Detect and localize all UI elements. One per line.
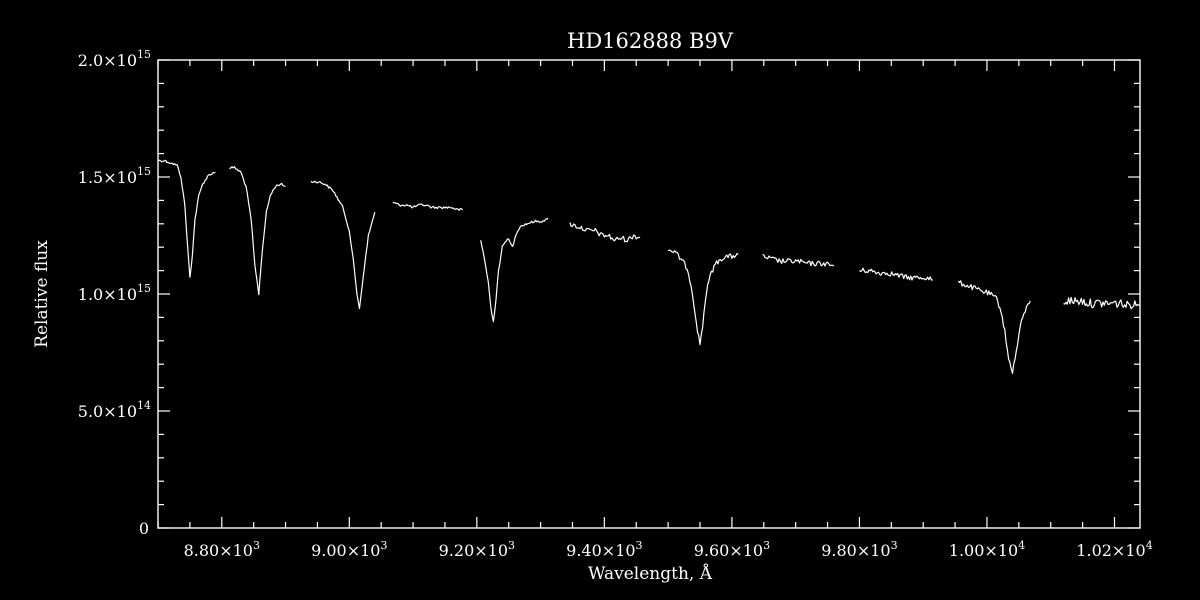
x-tick-label: 8.80×103 (184, 539, 260, 560)
y-axis-label: Relative flux (32, 240, 52, 348)
x-tick-label: 9.40×103 (566, 539, 642, 560)
x-tick-label: 9.60×103 (694, 539, 770, 560)
x-tick-label: 9.00×103 (311, 539, 387, 560)
y-tick-label: 0 (139, 519, 149, 538)
x-axis-label: Wavelength, Å (588, 563, 713, 584)
x-tick-label: 9.80×103 (821, 539, 897, 560)
spectrum-chart: HD162888 B9V 8.80×103 9.00×103 9.20×103 9.4… (0, 0, 1200, 600)
chart-background (0, 0, 1200, 600)
x-tick-label: 1.00×104 (949, 539, 1025, 560)
x-tick-label: 9.20×103 (439, 539, 515, 560)
chart-title: HD162888 B9V (567, 29, 734, 53)
x-tick-label: 1.02×104 (1076, 539, 1152, 560)
